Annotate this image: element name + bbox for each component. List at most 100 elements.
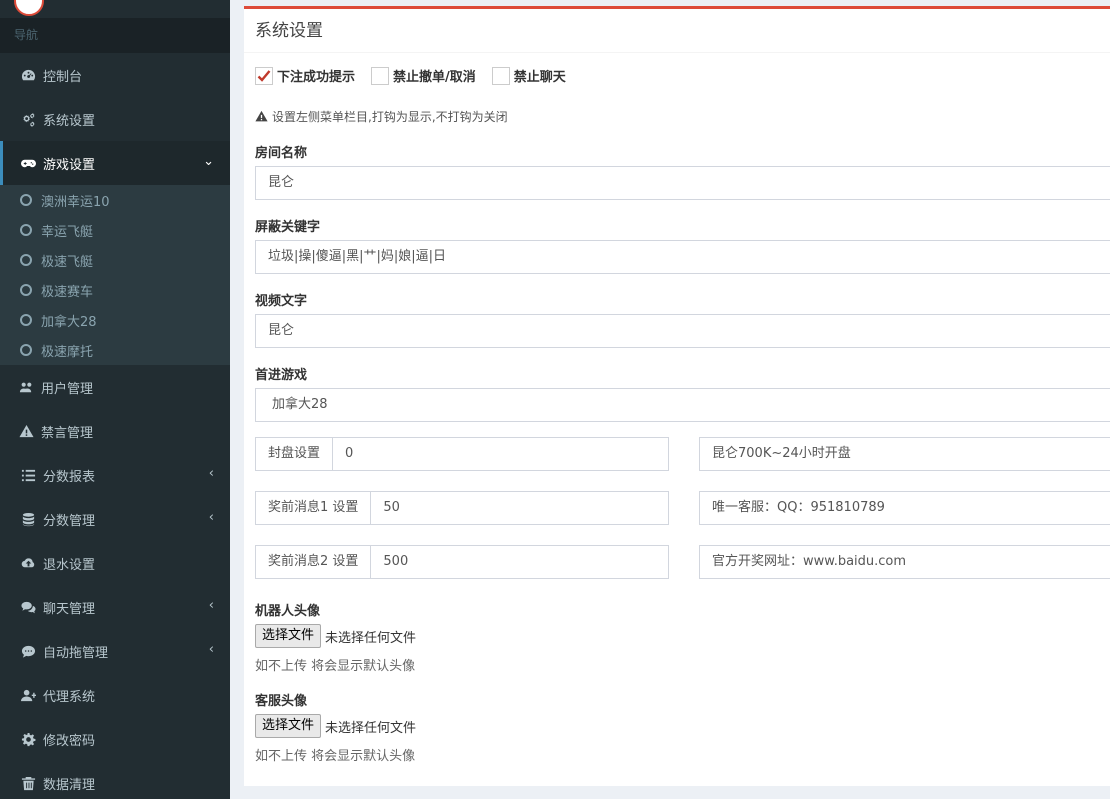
sidebar-item-label: 自动拖管理 xyxy=(43,645,109,661)
prize-msg1-input[interactable]: 50 xyxy=(371,492,668,524)
submenu-item[interactable]: 极速赛车 xyxy=(0,275,230,305)
circle-icon xyxy=(20,344,32,356)
main-content: 系统设置 下注成功提示 禁止撤单/取消 禁止聊天 设置左侧菜单栏目,打钩为显示,… xyxy=(230,0,1110,799)
sidebar-item-score-report[interactable]: 分数报表 ‹ xyxy=(0,453,230,497)
sidebar-item-mute[interactable]: 禁言管理 xyxy=(0,409,230,453)
sidebar-item-rebate[interactable]: 退水设置 xyxy=(0,541,230,585)
submenu-label: 幸运飞艇 xyxy=(41,224,94,240)
sidebar-item-label: 修改密码 xyxy=(43,733,96,749)
choose-file-button[interactable]: 选择文件 xyxy=(255,624,322,648)
disable-chat-checkbox[interactable]: 禁止聊天 xyxy=(491,66,566,85)
blocked-keywords-input[interactable]: 垃圾|操|傻逼|黑|艹|妈|娘|逼|日 xyxy=(255,240,1110,274)
warning-icon xyxy=(17,422,35,440)
circle-icon xyxy=(20,314,32,326)
sidebar-item-data-cleanup[interactable]: 数据清理 xyxy=(0,761,230,799)
circle-icon xyxy=(20,284,32,296)
submenu-item[interactable]: 极速飞艇 xyxy=(0,245,230,275)
disable-cancel-checkbox[interactable]: 禁止撤单/取消 xyxy=(371,66,476,85)
logo-strip xyxy=(0,0,230,18)
chevron-left-icon: ‹ xyxy=(208,510,214,525)
cogs-icon xyxy=(19,110,37,128)
sidebar-item-score-management[interactable]: 分数管理 ‹ xyxy=(0,497,230,541)
hint-text: 设置左侧菜单栏目,打钩为显示,不打钩为关闭 xyxy=(272,110,508,124)
prize-msg2-group: 奖前消息2 设置 500 xyxy=(255,545,669,579)
choose-file-button[interactable]: 选择文件 xyxy=(255,714,322,738)
file-help-text: 如不上传 将会显示默认头像 xyxy=(255,659,416,674)
nav-header: 导航 xyxy=(0,18,230,53)
robot-avatar-label: 机器人头像 xyxy=(255,604,321,619)
sidebar-item-game-settings[interactable]: 游戏设置 ⌄ xyxy=(0,141,230,185)
submenu-item[interactable]: 澳洲幸运10 xyxy=(0,185,230,215)
checkbox-box[interactable] xyxy=(371,66,390,85)
blocked-keywords-label: 屏蔽关键字 xyxy=(255,220,321,235)
room-name-input[interactable]: 昆仑 xyxy=(255,166,1110,200)
sidebar-item-users[interactable]: 用户管理 xyxy=(0,365,230,409)
announcement-input-2[interactable]: 唯一客服：QQ：951810789 xyxy=(699,491,1110,525)
sidebar-item-label: 聊天管理 xyxy=(43,601,96,617)
close-setting-addon: 封盘设置 xyxy=(256,438,334,470)
checkbox-box[interactable] xyxy=(491,66,510,85)
sidebar-item-chat[interactable]: 聊天管理 ‹ xyxy=(0,585,230,629)
comments-icon xyxy=(19,598,37,616)
sidebar-item-label: 用户管理 xyxy=(41,381,94,397)
cloud-upload-icon xyxy=(19,554,37,572)
prize-msg1-addon: 奖前消息1 设置 xyxy=(256,492,372,524)
room-name-label: 房间名称 xyxy=(255,146,308,161)
video-text-input[interactable]: 昆仑 xyxy=(255,314,1110,348)
chevron-left-icon: ‹ xyxy=(208,642,214,657)
sidebar-item-label: 分数报表 xyxy=(43,469,96,485)
file-status: 未选择任何文件 xyxy=(325,720,417,736)
sidebar-item-label: 代理系统 xyxy=(43,689,96,705)
close-setting-input[interactable]: 0 xyxy=(333,438,668,470)
list-icon xyxy=(19,466,37,484)
submenu-label: 加拿大28 xyxy=(41,314,97,330)
sidebar-item-label: 退水设置 xyxy=(43,557,96,573)
video-text-label: 视频文字 xyxy=(255,294,308,309)
user-avatar[interactable] xyxy=(14,0,44,16)
sidebar-item-label: 禁言管理 xyxy=(41,425,94,441)
file-help-text: 如不上传 将会显示默认头像 xyxy=(255,749,416,764)
chevron-left-icon: ‹ xyxy=(208,466,214,481)
circle-icon xyxy=(20,224,32,236)
submenu-item[interactable]: 幸运飞艇 xyxy=(0,215,230,245)
file-status: 未选择任何文件 xyxy=(325,630,417,646)
panel-title: 系统设置 xyxy=(244,9,1110,53)
sidebar-item-label: 控制台 xyxy=(43,69,83,85)
check-icon xyxy=(257,69,271,82)
submenu-item[interactable]: 极速摩托 xyxy=(0,335,230,365)
sidebar-item-dashboard[interactable]: 控制台 xyxy=(0,53,230,97)
settings-panel: 系统设置 下注成功提示 禁止撤单/取消 禁止聊天 设置左侧菜单栏目,打钩为显示,… xyxy=(244,6,1110,786)
chevron-down-icon: ⌄ xyxy=(203,154,214,169)
warning-icon xyxy=(255,110,268,122)
sidebar: 导航 控制台 系统设置 游戏设置 ⌄ 澳洲幸运10 幸运飞艇 极速飞艇 极速赛车… xyxy=(0,0,230,799)
trash-icon xyxy=(19,774,37,792)
announcement-input-3[interactable]: 官方开奖网址：www.baidu.com xyxy=(699,545,1110,579)
checkbox-label: 下注成功提示 xyxy=(277,70,356,85)
robot-avatar-file-row: 选择文件 未选择任何文件 xyxy=(255,624,416,648)
sidebar-item-agent[interactable]: 代理系统 xyxy=(0,673,230,717)
prize-msg2-input[interactable]: 500 xyxy=(371,546,668,578)
bet-success-checkbox[interactable]: 下注成功提示 xyxy=(255,66,355,85)
announcement-input-1[interactable]: 昆仑700K~24小时开盘 xyxy=(699,437,1110,471)
commenting-icon xyxy=(19,642,37,660)
database-icon xyxy=(19,510,37,528)
checkbox-box[interactable] xyxy=(255,66,273,85)
first-game-select[interactable]: 加拿大28 xyxy=(255,388,1110,422)
sidebar-item-change-password[interactable]: 修改密码 xyxy=(0,717,230,761)
prize-msg1-group: 奖前消息1 设置 50 xyxy=(255,491,669,525)
game-submenu: 澳洲幸运10 幸运飞艇 极速飞艇 极速赛车 加拿大28 极速摩托 xyxy=(0,185,230,365)
checkbox-row: 下注成功提示 禁止撤单/取消 禁止聊天 xyxy=(255,66,582,85)
prize-msg2-addon: 奖前消息2 设置 xyxy=(256,546,372,578)
submenu-label: 极速飞艇 xyxy=(41,254,94,270)
checkbox-label: 禁止聊天 xyxy=(513,70,566,85)
checkbox-label: 禁止撤单/取消 xyxy=(393,70,476,85)
sidebar-item-system-settings[interactable]: 系统设置 xyxy=(0,97,230,141)
sidebar-item-auto-bot[interactable]: 自动拖管理 ‹ xyxy=(0,629,230,673)
submenu-label: 澳洲幸运10 xyxy=(41,194,110,210)
submenu-item[interactable]: 加拿大28 xyxy=(0,305,230,335)
chevron-left-icon: ‹ xyxy=(208,598,214,613)
service-avatar-label: 客服头像 xyxy=(255,694,308,709)
menu-hint: 设置左侧菜单栏目,打钩为显示,不打钩为关闭 xyxy=(255,108,508,125)
close-setting-group: 封盘设置 0 xyxy=(255,437,669,471)
user-plus-icon xyxy=(19,686,37,704)
